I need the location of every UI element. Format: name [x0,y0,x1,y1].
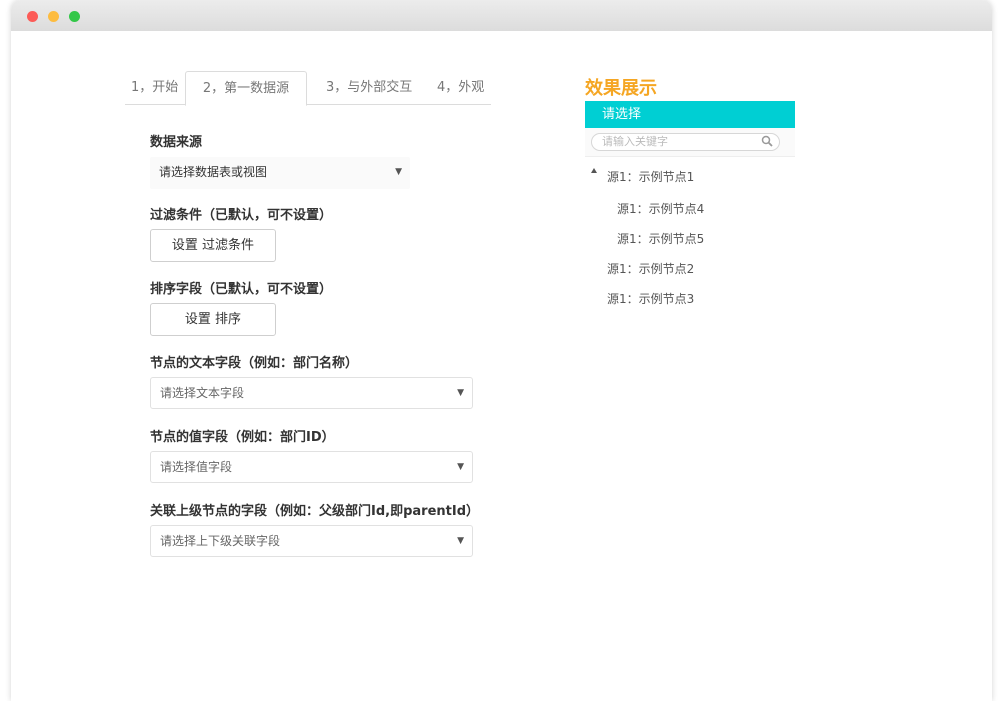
preview-search-bar: 请输入关键字 [585,128,795,157]
tree-node[interactable]: 源1：示例节点3 [607,290,694,307]
data-source-select[interactable]: 请选择数据表或视图 ▼ [150,157,410,189]
data-source-label: 数据来源 [150,135,203,150]
app-window: 1，开始 2，第一数据源 3，与外部交互 4，外观 数据来源 请选择数据表或视图… [11,0,992,701]
search-icon[interactable] [761,135,773,147]
preview-search-placeholder: 请输入关键字 [602,135,668,148]
chevron-down-icon: ▼ [457,462,464,472]
value-field-select[interactable]: 请选择值字段 ▼ [150,451,473,483]
parent-field-label: 关联上级节点的字段（例如：父级部门Id,即parentId） [150,504,479,519]
chevron-down-icon: ▼ [457,388,464,398]
wizard-tabs: 1，开始 2，第一数据源 3，与外部交互 4，外观 [125,71,491,106]
value-field-value: 请选择值字段 [160,460,233,474]
chevron-down-icon: ▼ [457,536,464,546]
tree-node[interactable]: 源1：示例节点1 [607,168,694,185]
sort-label: 排序字段（已默认，可不设置） [150,282,333,297]
tab-start[interactable]: 1，开始 [131,71,178,104]
preview-select-header[interactable]: 请选择 [585,101,795,128]
preview-search-input[interactable]: 请输入关键字 [591,133,780,151]
preview-title: 效果展示 [585,78,657,99]
tree-node[interactable]: 源1：示例节点2 [607,260,694,277]
data-source-value: 请选择数据表或视图 [159,165,268,179]
text-field-select[interactable]: 请选择文本字段 ▼ [150,377,473,409]
text-field-label: 节点的文本字段（例如：部门名称） [150,356,359,371]
tab-first-data-source[interactable]: 2，第一数据源 [185,71,307,106]
set-filter-button[interactable]: 设置 过滤条件 [150,229,276,262]
maximize-window-button[interactable] [69,11,80,22]
title-bar [11,0,992,32]
tree-node[interactable]: 源1：示例节点4 [617,200,704,217]
chevron-down-icon: ▼ [395,167,402,177]
tree-expand-icon[interactable] [591,168,597,173]
filter-label: 过滤条件（已默认，可不设置） [150,208,333,223]
tree-node[interactable]: 源1：示例节点5 [617,230,704,247]
set-sort-button[interactable]: 设置 排序 [150,303,276,336]
value-field-label: 节点的值字段（例如：部门ID） [150,430,335,445]
text-field-value: 请选择文本字段 [160,386,245,400]
minimize-window-button[interactable] [48,11,59,22]
tab-appearance[interactable]: 4，外观 [437,71,484,104]
close-window-button[interactable] [27,11,38,22]
tab-external-interaction[interactable]: 3，与外部交互 [326,71,412,104]
parent-field-select[interactable]: 请选择上下级关联字段 ▼ [150,525,473,557]
main-content: 1，开始 2，第一数据源 3，与外部交互 4，外观 数据来源 请选择数据表或视图… [11,31,992,701]
parent-field-value: 请选择上下级关联字段 [160,534,281,548]
